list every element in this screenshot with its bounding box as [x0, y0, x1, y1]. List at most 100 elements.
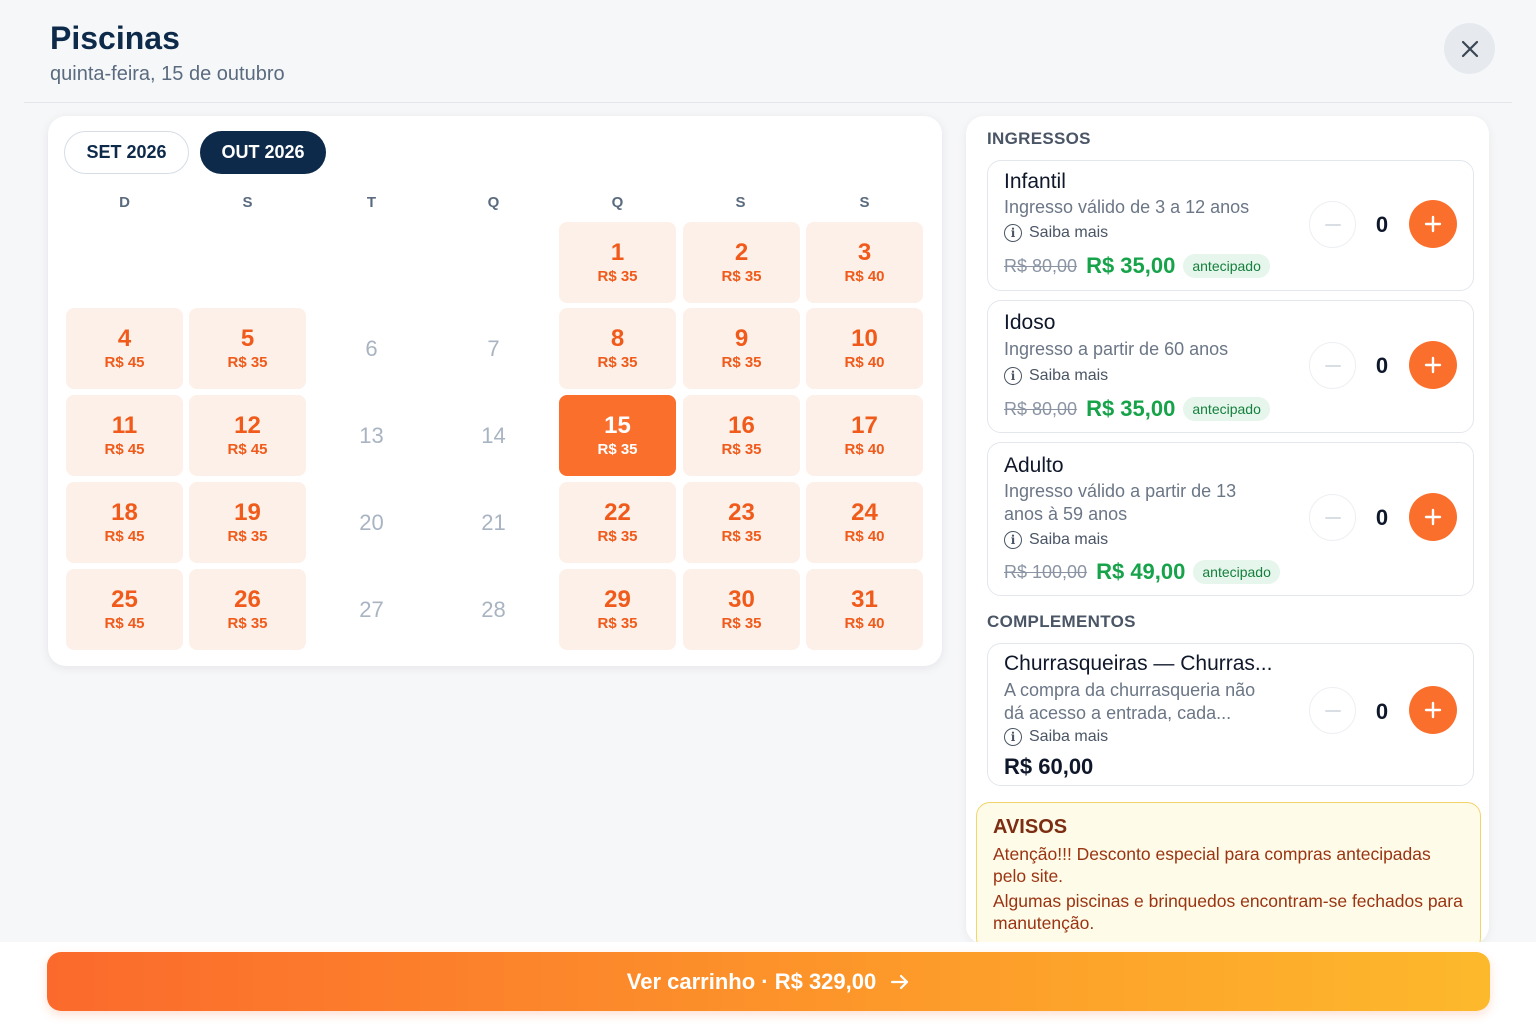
weekday-label: Q [487, 194, 500, 211]
calendar-day-10[interactable]: 10 R$ 40 [806, 308, 923, 389]
weekday-label: S [859, 194, 870, 211]
calendar-day-23[interactable]: 23 R$ 35 [683, 482, 800, 563]
increase-quantity-button[interactable] [1409, 686, 1457, 734]
calendar-day-11[interactable]: 11 R$ 45 [66, 395, 183, 476]
saiba-mais-link[interactable]: i Saiba mais [1004, 728, 1108, 746]
day-number: 26 [234, 586, 261, 613]
calendar-day-2[interactable]: 2 R$ 35 [683, 222, 800, 303]
ticket-prices: R$ 80,00 R$ 35,00 antecipado [1004, 253, 1270, 279]
calendar-day-31[interactable]: 31 R$ 40 [806, 569, 923, 650]
ticket-name: Adulto [1004, 454, 1064, 477]
calendar-day-12[interactable]: 12 R$ 45 [189, 395, 306, 476]
day-number: 8 [610, 325, 625, 352]
day-number: 15 [604, 412, 631, 439]
calendar-day-4[interactable]: 4 R$ 45 [66, 308, 183, 389]
antecipado-badge: antecipado [1193, 560, 1280, 584]
ticket-prices: R$ 100,00 R$ 49,00 antecipado [1004, 559, 1280, 585]
day-price: R$ 35 [227, 528, 268, 545]
decrease-quantity-button[interactable] [1309, 494, 1356, 541]
calendar-day-24[interactable]: 24 R$ 40 [806, 482, 923, 563]
calendar-day-17[interactable]: 17 R$ 40 [806, 395, 923, 476]
increase-quantity-button[interactable] [1409, 341, 1457, 389]
day-price: R$ 35 [721, 528, 762, 545]
ticket-description: Ingresso válido de 3 a 12 anos [1004, 197, 1250, 217]
day-price: R$ 45 [104, 354, 145, 371]
calendar-day-15[interactable]: 15 R$ 35 [559, 395, 676, 476]
calendar-day-20: 20 [313, 482, 430, 563]
saiba-mais-link[interactable]: i Saiba mais [1004, 531, 1108, 549]
calendar-day-16[interactable]: 16 R$ 35 [683, 395, 800, 476]
day-number: 24 [851, 499, 878, 526]
calendar-day-9[interactable]: 9 R$ 35 [683, 308, 800, 389]
day-price: R$ 35 [721, 268, 762, 285]
day-number: 5 [240, 325, 255, 352]
notice-line: Atenção!!! Desconto especial para compra… [993, 844, 1431, 886]
day-price: R$ 45 [104, 615, 145, 632]
page-subtitle-date: quinta-feira, 15 de outubro [50, 63, 285, 85]
ticket-name: Idoso [1004, 311, 1056, 334]
ticket-name: Infantil [1004, 170, 1066, 193]
calendar-day-19[interactable]: 19 R$ 35 [189, 482, 306, 563]
calendar-day-26[interactable]: 26 R$ 35 [189, 569, 306, 650]
saiba-mais-link[interactable]: i Saiba mais [1004, 367, 1108, 385]
page-title: Piscinas [50, 20, 180, 56]
day-number: 22 [604, 499, 631, 526]
quantity-value: 0 [1375, 353, 1389, 378]
decrease-quantity-button[interactable] [1309, 342, 1356, 389]
increase-quantity-button[interactable] [1409, 493, 1457, 541]
calendar-day-8[interactable]: 8 R$ 35 [559, 308, 676, 389]
calendar-day-30[interactable]: 30 R$ 35 [683, 569, 800, 650]
calendar-day-7: 7 [435, 308, 552, 389]
ticket-prices: R$ 80,00 R$ 35,00 antecipado [1004, 396, 1270, 422]
day-price: R$ 35 [721, 615, 762, 632]
day-price: R$ 35 [721, 354, 762, 371]
saiba-mais-label: Saiba mais [1029, 728, 1109, 745]
calendar-day-1[interactable]: 1 R$ 35 [559, 222, 676, 303]
decrease-quantity-button[interactable] [1309, 201, 1356, 248]
old-price: R$ 80,00 [1004, 255, 1078, 276]
day-number: 12 [234, 412, 261, 439]
close-icon [1461, 40, 1478, 57]
calendar-day-22[interactable]: 22 R$ 35 [559, 482, 676, 563]
day-price: R$ 40 [844, 354, 885, 371]
close-button[interactable] [1444, 23, 1495, 74]
calendar-day-29[interactable]: 29 R$ 35 [559, 569, 676, 650]
plus-icon [1424, 215, 1442, 233]
calendar-day-6: 6 [313, 308, 430, 389]
day-price: R$ 35 [597, 441, 638, 458]
calendar-day-25[interactable]: 25 R$ 45 [66, 569, 183, 650]
day-price: R$ 45 [104, 528, 145, 545]
day-number: 30 [728, 586, 755, 613]
weekday-label: D [119, 194, 130, 211]
calendar-day-13: 13 [313, 395, 430, 476]
increase-quantity-button[interactable] [1409, 200, 1457, 248]
day-price: R$ 35 [227, 354, 268, 371]
day-number: 4 [117, 325, 132, 352]
new-price: R$ 49,00 [1096, 559, 1186, 584]
day-number: 1 [610, 239, 625, 266]
saiba-mais-link[interactable]: i Saiba mais [1004, 224, 1108, 242]
day-number: 28 [481, 596, 506, 622]
day-number: 9 [734, 325, 749, 352]
day-number: 14 [481, 422, 506, 448]
month-tab-set[interactable]: SET 2026 [64, 131, 189, 174]
decrease-quantity-button[interactable] [1309, 687, 1356, 734]
day-price: R$ 40 [844, 528, 885, 545]
day-number: 29 [604, 586, 631, 613]
month-tab-out[interactable]: OUT 2026 [200, 131, 326, 174]
view-cart-button[interactable]: Ver carrinho · R$ 329,00 [47, 952, 1490, 1011]
plus-icon [1424, 508, 1442, 526]
cart-button-label: Ver carrinho · R$ 329,00 [626, 968, 877, 994]
ticket-card-idoso: Idoso Ingresso a partir de 60 anos i Sai… [987, 300, 1474, 433]
complement-description: A compra da churrasqueria não dá acesso … [1004, 680, 1256, 723]
calendar-day-14: 14 [435, 395, 552, 476]
day-price: R$ 35 [721, 441, 762, 458]
day-number: 18 [111, 499, 138, 526]
calendar-day-5[interactable]: 5 R$ 35 [189, 308, 306, 389]
calendar-day-18[interactable]: 18 R$ 45 [66, 482, 183, 563]
minus-icon [1324, 709, 1341, 712]
info-icon: i [1004, 367, 1022, 385]
notices-title: AVISOS [993, 816, 1068, 838]
calendar-day-3[interactable]: 3 R$ 40 [806, 222, 923, 303]
new-price: R$ 35,00 [1086, 253, 1176, 278]
